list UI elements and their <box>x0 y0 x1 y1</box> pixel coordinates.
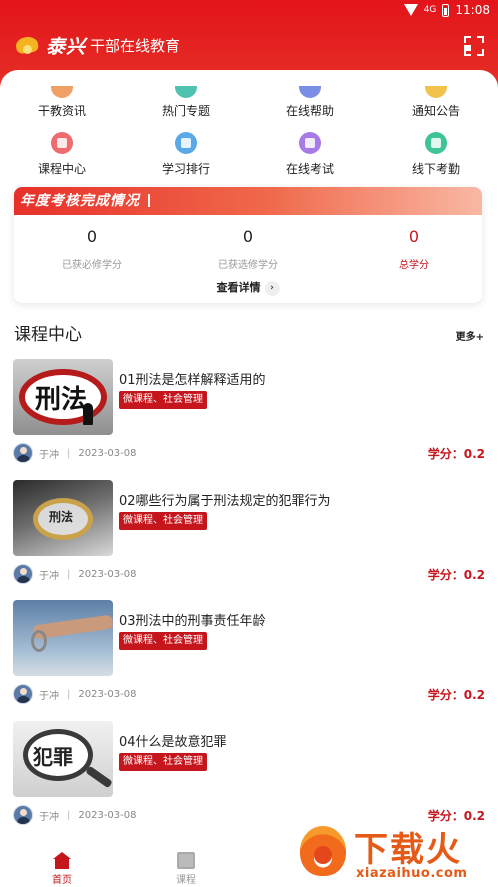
grid-item-attendance[interactable]: 线下考勤 <box>374 132 498 177</box>
course-thumbnail: 刑法 <box>13 359 113 435</box>
grid-item-label: 线下考勤 <box>411 162 460 176</box>
stat-elective: 0 已获选修学分 <box>170 227 326 271</box>
annual-banner: 年度考核完成情况 <box>14 187 482 215</box>
course-center-icon <box>51 132 73 154</box>
main-content: 干教资讯 热门专题 在线帮助 通知公告 课程中心 学习排行 在线考试 线下考勤 … <box>0 70 498 850</box>
grid-item-ranking[interactable]: 学习排行 <box>124 132 248 177</box>
course-date: 2023-03-08 <box>78 568 137 580</box>
grid-item-exam[interactable]: 在线考试 <box>248 132 372 177</box>
course-tag: 微课程、社会管理 <box>119 753 207 771</box>
course-thumbnail: 刑法 <box>13 480 113 556</box>
app-title: 干部在线教育 <box>90 37 181 55</box>
tab-courses[interactable]: 课程 <box>156 852 216 886</box>
course-credit: 学分：0.2 <box>427 568 485 582</box>
tab-label: 课程 <box>176 875 196 886</box>
stat-label: 已获选修学分 <box>218 260 278 271</box>
stat-value: 0 <box>86 227 98 246</box>
tab-home[interactable]: 首页 <box>32 852 92 886</box>
course-item[interactable]: 刑法 01刑法是怎样解释适用的 微课程、社会管理 于冲 | 2023-03-08… <box>0 359 498 479</box>
course-meta: 于冲 | 2023-03-08 <box>13 805 137 825</box>
grid-item-label: 课程中心 <box>37 162 86 176</box>
annual-assessment-card: 年度考核完成情况 0 已获必修学分 0 已获选修学分 0 总学分 查看详情 › <box>14 187 482 303</box>
avatar <box>13 805 33 825</box>
grid-item-label: 学习排行 <box>161 162 210 176</box>
course-meta: 于冲 | 2023-03-08 <box>13 684 137 704</box>
course-meta: 于冲 | 2023-03-08 <box>13 443 137 463</box>
brand-calligraphy: 泰兴 <box>46 36 87 58</box>
stat-label: 已获必修学分 <box>62 260 122 271</box>
notice-icon <box>425 86 447 98</box>
download-icon <box>314 846 332 864</box>
view-details-link[interactable]: 查看详情 › <box>14 279 482 296</box>
news-icon <box>51 86 73 98</box>
course-date: 2023-03-08 <box>78 809 137 821</box>
stat-required: 0 已获必修学分 <box>14 227 170 271</box>
course-item[interactable]: 03刑法中的刑事责任年龄 微课程、社会管理 于冲 | 2023-03-08 学分… <box>0 600 498 720</box>
grid-item-label: 在线考试 <box>285 162 334 176</box>
course-meta: 于冲 | 2023-03-08 <box>13 564 137 584</box>
course-tag: 微课程、社会管理 <box>119 512 207 530</box>
section-title: 课程中心 <box>14 325 82 345</box>
scan-icon[interactable] <box>464 36 484 56</box>
course-item[interactable]: 刑法 02哪些行为属于刑法规定的犯罪行为 微课程、社会管理 于冲 | 2023-… <box>0 480 498 600</box>
grid-item-help[interactable]: 在线帮助 <box>248 86 372 119</box>
exam-icon <box>299 132 321 154</box>
grid-item-course-center[interactable]: 课程中心 <box>0 132 124 177</box>
watermark-url: xiazaihuo.com <box>356 866 468 881</box>
course-author: 于冲 <box>39 449 59 461</box>
party-logo-icon <box>14 35 40 57</box>
watermark-logo: 下载火 xiazaihuo.com <box>296 820 496 884</box>
course-title: 04什么是故意犯罪 <box>119 735 227 750</box>
course-tag: 微课程、社会管理 <box>119 632 207 650</box>
chevron-right-icon: › <box>264 281 280 296</box>
course-title: 02哪些行为属于刑法规定的犯罪行为 <box>119 494 331 509</box>
course-credit: 学分：0.2 <box>427 447 485 461</box>
avatar <box>13 564 33 584</box>
topic-icon <box>175 86 197 98</box>
stat-total: 0 总学分 <box>336 227 482 271</box>
ranking-icon <box>175 132 197 154</box>
battery-icon <box>442 3 450 17</box>
course-date: 2023-03-08 <box>78 688 137 700</box>
status-bar: 4G 11:08 <box>0 0 498 22</box>
brand: 泰兴 干部在线教育 <box>14 32 180 59</box>
course-author: 于冲 <box>39 570 59 582</box>
tab-label: 首页 <box>52 875 72 886</box>
avatar <box>13 443 33 463</box>
stat-value: 0 <box>242 227 254 246</box>
more-link[interactable]: 更多+ <box>456 328 484 343</box>
grid-item-news[interactable]: 干教资讯 <box>0 86 124 119</box>
help-icon <box>299 86 321 98</box>
course-thumbnail: 犯罪 <box>13 721 113 797</box>
avatar <box>13 684 33 704</box>
network-label: 4G <box>423 5 437 15</box>
course-thumbnail <box>13 600 113 676</box>
grid-item-label: 在线帮助 <box>285 104 334 118</box>
course-tag: 微课程、社会管理 <box>119 391 207 409</box>
grid-item-label: 干教资讯 <box>37 104 86 118</box>
course-date: 2023-03-08 <box>78 447 137 459</box>
wifi-icon <box>403 4 418 16</box>
status-time: 11:08 <box>455 3 490 17</box>
course-author: 于冲 <box>39 690 59 702</box>
book-icon <box>177 852 195 869</box>
watermark-text: 下载火 <box>354 830 462 870</box>
course-credit: 学分：0.2 <box>427 688 485 702</box>
course-title: 01刑法是怎样解释适用的 <box>119 373 266 388</box>
grid-item-label: 热门专题 <box>161 104 210 118</box>
course-author: 于冲 <box>39 811 59 823</box>
stat-label: 总学分 <box>399 260 429 271</box>
stat-value: 0 <box>408 227 420 246</box>
grid-item-topics[interactable]: 热门专题 <box>124 86 248 119</box>
grid-item-label: 通知公告 <box>411 104 460 118</box>
course-title: 03刑法中的刑事责任年龄 <box>119 614 266 629</box>
attendance-icon <box>425 132 447 154</box>
grid-item-notice[interactable]: 通知公告 <box>374 86 498 119</box>
home-icon <box>53 852 71 869</box>
